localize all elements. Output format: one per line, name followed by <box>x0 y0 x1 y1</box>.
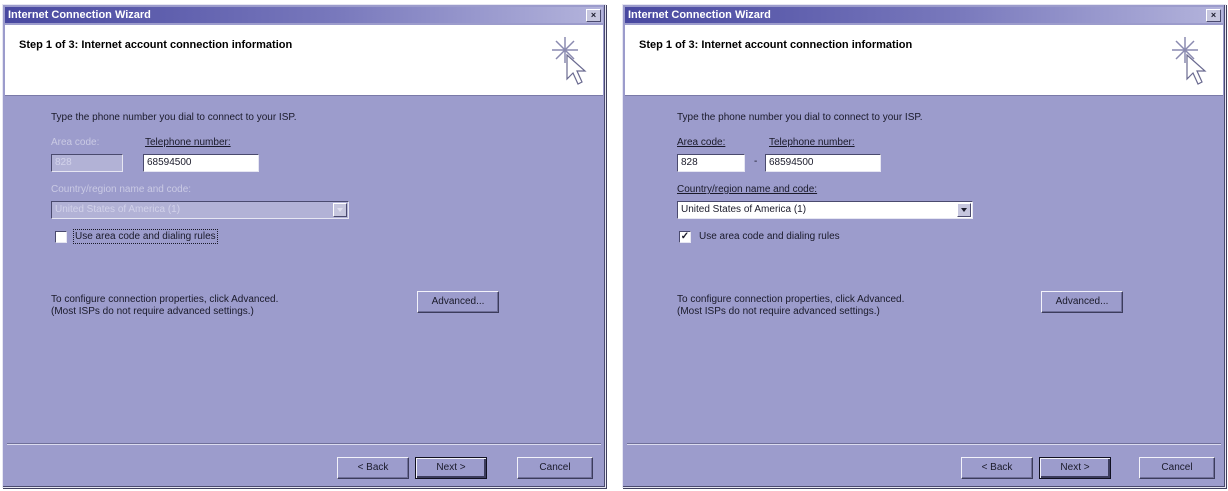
country-region-select[interactable]: United States of America (1) <box>677 201 973 219</box>
step-title: Step 1 of 3: Internet account connection… <box>19 39 293 51</box>
step-title: Step 1 of 3: Internet account connection… <box>639 39 913 51</box>
configure-text-line-1: To configure connection properties, clic… <box>51 294 279 305</box>
area-code-label: Area code: <box>677 137 726 148</box>
window-title: Internet Connection Wizard <box>8 9 151 21</box>
telephone-number-input[interactable]: 68594500 <box>143 154 259 172</box>
wizard-header: Step 1 of 3: Internet account connection… <box>625 25 1223 96</box>
configure-text-line-2: (Most ISPs do not require advanced setti… <box>677 306 880 317</box>
back-button[interactable]: < Back <box>337 457 409 479</box>
title-bar[interactable]: Internet Connection Wizard × <box>625 7 1223 23</box>
country-region-label: Country/region name and code: <box>51 184 192 195</box>
wizard-dialog-unchecked: Internet Connection Wizard × Step 1 of 3… <box>2 4 606 488</box>
advanced-button[interactable]: Advanced... <box>417 291 499 313</box>
country-region-value: United States of America (1) <box>681 204 807 215</box>
next-button[interactable]: Next > <box>1039 457 1111 479</box>
chevron-down-icon[interactable] <box>333 203 347 217</box>
title-bar[interactable]: Internet Connection Wizard × <box>5 7 603 23</box>
telephone-number-label: Telephone number: <box>145 137 231 148</box>
country-region-label: Country/region name and code: <box>677 184 818 195</box>
prompt-text: Type the phone number you dial to connec… <box>677 112 923 123</box>
next-button[interactable]: Next > <box>415 457 487 479</box>
cancel-button[interactable]: Cancel <box>517 457 593 479</box>
advanced-button[interactable]: Advanced... <box>1041 291 1123 313</box>
prompt-text: Type the phone number you dial to connec… <box>51 112 297 123</box>
close-icon[interactable]: × <box>586 9 601 22</box>
window-title: Internet Connection Wizard <box>628 9 771 21</box>
area-code-label: Area code: <box>51 137 100 148</box>
country-region-select[interactable]: United States of America (1) <box>51 201 349 219</box>
telephone-number-label: Telephone number: <box>769 137 855 148</box>
configure-text-line-2: (Most ISPs do not require advanced setti… <box>51 306 254 317</box>
close-icon[interactable]: × <box>1206 9 1221 22</box>
telephone-number-input[interactable]: 68594500 <box>765 154 881 172</box>
use-dialing-rules-checkbox[interactable] <box>55 231 67 243</box>
wizard-header: Step 1 of 3: Internet account connection… <box>5 25 603 96</box>
use-dialing-rules-checkbox[interactable]: ✓ <box>679 231 691 243</box>
area-code-input[interactable]: 828 <box>51 154 123 172</box>
back-button[interactable]: < Back <box>961 457 1033 479</box>
footer-divider <box>7 443 601 445</box>
area-code-separator: - <box>754 156 758 167</box>
configure-text-line-1: To configure connection properties, clic… <box>677 294 905 305</box>
cancel-button[interactable]: Cancel <box>1139 457 1215 479</box>
chevron-down-icon[interactable] <box>957 203 971 217</box>
wizard-dialog-checked: Internet Connection Wizard × Step 1 of 3… <box>622 4 1226 488</box>
footer-divider <box>627 443 1221 445</box>
country-region-value: United States of America (1) <box>55 204 181 215</box>
wizard-sparkle-cursor-icon <box>1172 37 1207 85</box>
area-code-input[interactable]: 828 <box>677 154 745 172</box>
wizard-sparkle-cursor-icon <box>552 37 587 85</box>
use-dialing-rules-label[interactable]: Use area code and dialing rules <box>73 229 218 244</box>
use-dialing-rules-label[interactable]: Use area code and dialing rules <box>699 231 840 242</box>
